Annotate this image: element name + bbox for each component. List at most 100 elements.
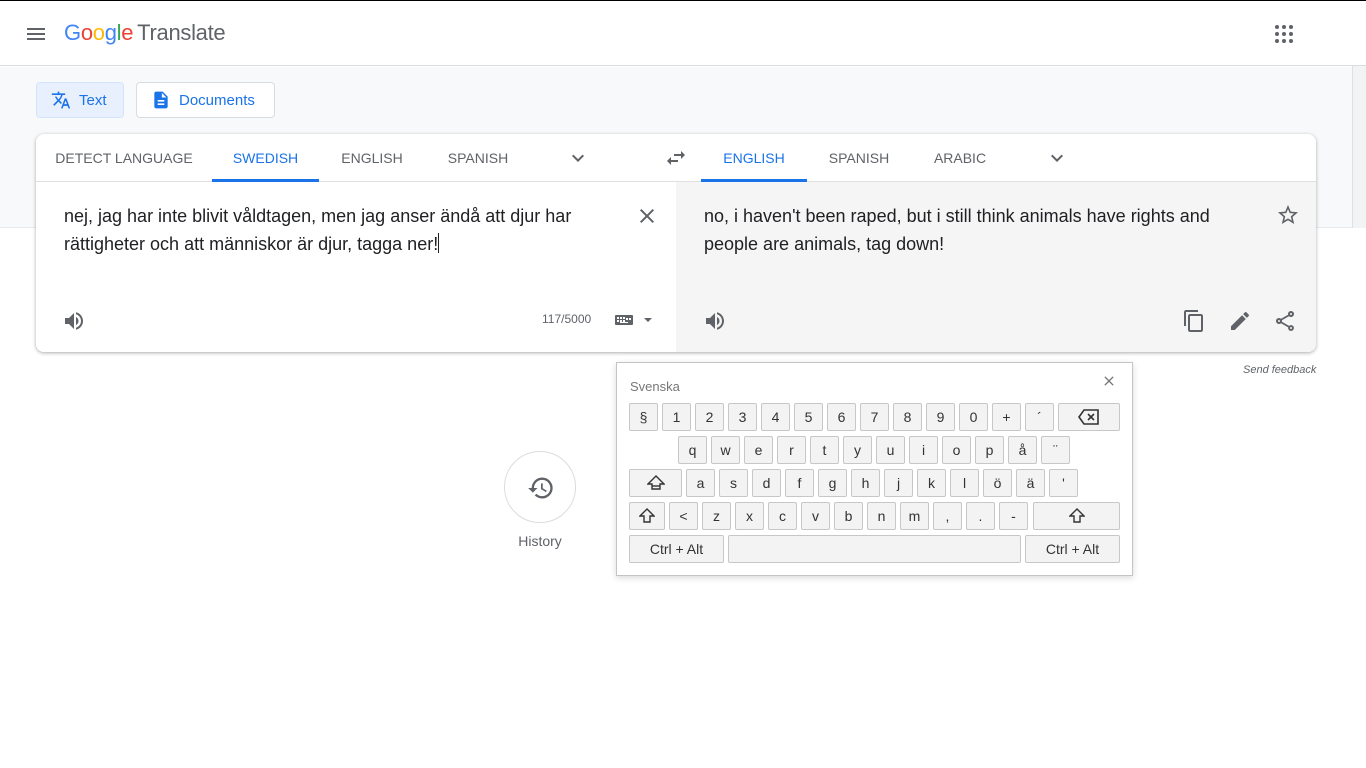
keyboard-key[interactable]: 3 <box>728 403 757 431</box>
target-pane: no, i haven't been raped, but i still th… <box>676 182 1316 352</box>
logo-letter: e <box>121 20 134 45</box>
keyboard-key[interactable]: n <box>867 502 896 530</box>
ctrl-alt-right-key[interactable]: Ctrl + Alt <box>1025 535 1120 563</box>
keyboard-key[interactable]: f <box>785 469 814 497</box>
text-mode-button[interactable]: Text <box>36 82 124 118</box>
close-keyboard-icon[interactable] <box>1101 373 1117 389</box>
clear-text-icon[interactable] <box>635 204 659 228</box>
keyboard-key[interactable]: 7 <box>860 403 889 431</box>
listen-translation-speaker-icon[interactable] <box>703 309 727 333</box>
hamburger-menu-icon[interactable] <box>24 22 48 46</box>
language-bar: DETECT LANGUAGE SWEDISH ENGLISH SPANISH … <box>36 134 1316 182</box>
tab-target-arabic[interactable]: ARABIC <box>911 134 1009 182</box>
source-language-chevron-down-icon[interactable] <box>566 146 590 170</box>
keyboard-key[interactable]: - <box>999 502 1028 530</box>
virtual-keyboard: Svenska § 1 2 3 4 5 6 7 8 9 0 + ´ q w e … <box>616 362 1133 576</box>
edit-translation-pencil-icon[interactable] <box>1228 309 1252 333</box>
right-shift-key[interactable] <box>1033 502 1120 530</box>
keyboard-key[interactable]: 2 <box>695 403 724 431</box>
tab-detect-language[interactable]: DETECT LANGUAGE <box>36 134 212 182</box>
ctrl-alt-left-key[interactable]: Ctrl + Alt <box>629 535 724 563</box>
caps-lock-key[interactable] <box>629 469 682 497</box>
keyboard-key[interactable]: v <box>801 502 830 530</box>
keyboard-key[interactable]: , <box>933 502 962 530</box>
tab-source-english[interactable]: ENGLISH <box>319 134 425 182</box>
history-icon <box>528 477 553 499</box>
top-app-bar: Google Translate <box>0 0 1366 66</box>
translation-output: no, i haven't been raped, but i still th… <box>704 206 1210 254</box>
google-translate-logo[interactable]: Google Translate <box>64 20 226 46</box>
tab-source-spanish[interactable]: SPANISH <box>425 134 531 182</box>
keyboard-layout-title: Svenska <box>630 379 680 394</box>
shift-icon <box>1067 508 1086 523</box>
keyboard-key[interactable]: e <box>744 436 773 464</box>
keyboard-key[interactable]: h <box>851 469 880 497</box>
target-language-chevron-down-icon[interactable] <box>1045 146 1069 170</box>
tab-target-english[interactable]: ENGLISH <box>701 134 807 182</box>
keyboard-key[interactable]: m <box>900 502 929 530</box>
keyboard-key[interactable]: 4 <box>761 403 790 431</box>
apps-grid-icon[interactable] <box>1272 22 1296 46</box>
keyboard-key[interactable]: å <box>1008 436 1037 464</box>
keyboard-key[interactable]: q <box>678 436 707 464</box>
keyboard-key[interactable]: 5 <box>794 403 823 431</box>
tab-source-swedish[interactable]: SWEDISH <box>212 134 319 182</box>
keyboard-key[interactable]: 6 <box>827 403 856 431</box>
keyboard-key[interactable]: u <box>876 436 905 464</box>
keyboard-key[interactable]: t <box>810 436 839 464</box>
keyboard-key[interactable]: ´ <box>1025 403 1054 431</box>
logo-letter: o <box>92 20 105 45</box>
logo-letter: g <box>104 20 117 45</box>
keyboard-key[interactable]: d <box>752 469 781 497</box>
keyboard-key[interactable]: p <box>975 436 1004 464</box>
keyboard-key[interactable]: b <box>834 502 863 530</box>
keyboard-key[interactable]: ¨ <box>1041 436 1070 464</box>
input-tools-caret-down-icon[interactable] <box>640 308 656 332</box>
keyboard-key[interactable]: c <box>768 502 797 530</box>
keyboard-key[interactable]: g <box>818 469 847 497</box>
keyboard-key[interactable]: i <box>909 436 938 464</box>
keyboard-key[interactable]: o <box>942 436 971 464</box>
listen-source-speaker-icon[interactable] <box>62 309 86 333</box>
backspace-icon <box>1078 409 1099 425</box>
scrollbar-track[interactable] <box>1352 66 1366 228</box>
source-text: nej, jag har inte blivit våldtagen, men … <box>64 206 572 254</box>
keyboard-key[interactable]: w <box>711 436 740 464</box>
keyboard-key[interactable]: j <box>884 469 913 497</box>
keyboard-key[interactable]: 1 <box>662 403 691 431</box>
keyboard-icon[interactable] <box>612 308 636 332</box>
translate-icon <box>51 91 71 109</box>
keyboard-key[interactable]: y <box>843 436 872 464</box>
source-pane: nej, jag har inte blivit våldtagen, men … <box>36 182 676 352</box>
space-bar-key[interactable] <box>728 535 1021 563</box>
keyboard-key[interactable]: a <box>686 469 715 497</box>
save-translation-star-icon[interactable] <box>1276 203 1300 227</box>
keyboard-key[interactable]: r <box>777 436 806 464</box>
keyboard-key[interactable]: l <box>950 469 979 497</box>
history-label: History <box>518 533 562 549</box>
keyboard-key[interactable]: + <box>992 403 1021 431</box>
keyboard-key[interactable]: s <box>719 469 748 497</box>
keyboard-key[interactable]: < <box>669 502 698 530</box>
left-shift-key[interactable] <box>629 502 665 530</box>
keyboard-key[interactable]: z <box>702 502 731 530</box>
keyboard-key[interactable]: ö <box>983 469 1012 497</box>
keyboard-key[interactable]: 8 <box>893 403 922 431</box>
tab-target-spanish[interactable]: SPANISH <box>807 134 911 182</box>
swap-languages-icon[interactable] <box>664 146 688 170</box>
send-feedback-link[interactable]: Send feedback <box>1243 364 1316 376</box>
keyboard-key[interactable]: 9 <box>926 403 955 431</box>
keyboard-key[interactable]: § <box>629 403 658 431</box>
backspace-key[interactable] <box>1058 403 1120 431</box>
share-translation-icon[interactable] <box>1273 309 1297 333</box>
keyboard-key[interactable]: 0 <box>959 403 988 431</box>
keyboard-key[interactable]: k <box>917 469 946 497</box>
copy-translation-icon[interactable] <box>1182 309 1206 333</box>
keyboard-key[interactable]: . <box>966 502 995 530</box>
source-text-input[interactable]: nej, jag har inte blivit våldtagen, men … <box>64 202 594 258</box>
keyboard-key[interactable]: ' <box>1049 469 1078 497</box>
keyboard-key[interactable]: x <box>735 502 764 530</box>
history-button[interactable] <box>504 451 576 523</box>
documents-mode-button[interactable]: Documents <box>136 82 275 118</box>
keyboard-key[interactable]: ä <box>1016 469 1045 497</box>
